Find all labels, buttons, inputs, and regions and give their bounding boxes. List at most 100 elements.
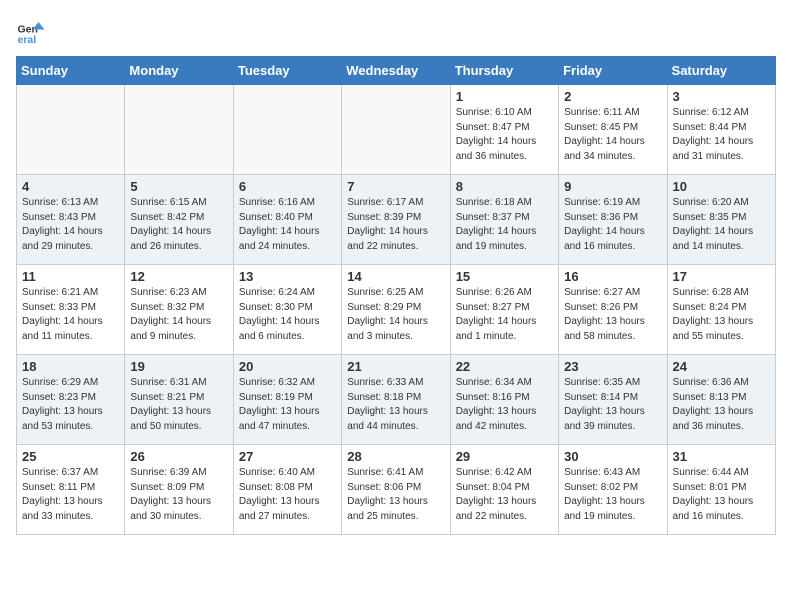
calendar-cell: 2Sunrise: 6:11 AMSunset: 8:45 PMDaylight… <box>559 85 667 175</box>
day-info: Sunrise: 6:35 AMSunset: 8:14 PMDaylight:… <box>564 376 661 434</box>
day-info: Sunrise: 6:15 AMSunset: 8:42 PMDaylight:… <box>130 196 227 254</box>
day-number: 17 <box>673 269 770 284</box>
calendar-cell <box>233 85 341 175</box>
calendar-cell: 31 Sunrise: 6:44 AMSunset: 8:01 PMDayligh… <box>667 445 775 535</box>
day-info: Sunrise: 6:36 AMSunset: 8:13 PMDaylight:… <box>673 376 770 434</box>
day-number: 31 <box>673 449 770 464</box>
day-number: 25 <box>22 449 119 464</box>
calendar-cell: 23Sunrise: 6:35 AMSunset: 8:14 PMDayligh… <box>559 355 667 445</box>
day-number: 12 <box>130 269 227 284</box>
day-info: Sunrise: 6:17 AMSunset: 8:39 PMDaylight:… <box>347 196 444 254</box>
day-info: Sunrise: 6:43 AMSunset: 8:02 PMDaylight:… <box>564 466 661 524</box>
day-number: 6 <box>239 179 336 194</box>
day-info: Sunrise: 6:16 AMSunset: 8:40 PMDaylight:… <box>239 196 336 254</box>
calendar-cell <box>17 85 125 175</box>
day-number: 16 <box>564 269 661 284</box>
calendar-cell: 13 Sunrise: 6:24 AMSunset: 8:30 PMDayligh… <box>233 265 341 355</box>
day-info: Sunrise: 6:10 AMSunset: 8:47 PMDaylight:… <box>456 106 553 164</box>
day-number: 22 <box>456 359 553 374</box>
day-info: Sunrise: 6:37 AMSunset: 8:11 PMDaylight:… <box>22 466 119 524</box>
calendar-week-row: 4 Sunrise: 6:13 AMSunset: 8:43 PMDaylight… <box>17 175 776 265</box>
day-number: 11 <box>22 269 119 284</box>
calendar-cell: 10 Sunrise: 6:20 AMSunset: 8:35 PMDayligh… <box>667 175 775 265</box>
calendar-cell: 9 Sunrise: 6:19 AMSunset: 8:36 PMDaylight… <box>559 175 667 265</box>
day-info: Sunrise: 6:19 AMSunset: 8:36 PMDaylight:… <box>564 196 661 254</box>
day-info: Sunrise: 6:33 AMSunset: 8:18 PMDaylight:… <box>347 376 444 434</box>
calendar-cell: 19Sunrise: 6:31 AMSunset: 8:21 PMDayligh… <box>125 355 233 445</box>
calendar-cell: 22 Sunrise: 6:34 AMSunset: 8:16 PMDayligh… <box>450 355 558 445</box>
day-info: Sunrise: 6:13 AMSunset: 8:43 PMDaylight:… <box>22 196 119 254</box>
calendar-cell: 8 Sunrise: 6:18 AMSunset: 8:37 PMDaylight… <box>450 175 558 265</box>
calendar-cell: 14 Sunrise: 6:25 AMSunset: 8:29 PMDayligh… <box>342 265 450 355</box>
calendar-cell: 24Sunrise: 6:36 AMSunset: 8:13 PMDayligh… <box>667 355 775 445</box>
svg-text:eral: eral <box>18 34 37 46</box>
day-info: Sunrise: 6:12 AMSunset: 8:44 PMDaylight:… <box>673 106 770 164</box>
day-number: 13 <box>239 269 336 284</box>
calendar-cell: 18 Sunrise: 6:29 AMSunset: 8:23 PMDayligh… <box>17 355 125 445</box>
calendar-cell: 12 Sunrise: 6:23 AMSunset: 8:32 PMDayligh… <box>125 265 233 355</box>
logo: Gen eral <box>16 16 50 46</box>
day-info: Sunrise: 6:32 AMSunset: 8:19 PMDaylight:… <box>239 376 336 434</box>
day-number: 30 <box>564 449 661 464</box>
calendar-cell: 21 Sunrise: 6:33 AMSunset: 8:18 PMDayligh… <box>342 355 450 445</box>
day-info: Sunrise: 6:34 AMSunset: 8:16 PMDaylight:… <box>456 376 553 434</box>
column-header-tuesday: Tuesday <box>233 57 341 85</box>
day-info: Sunrise: 6:40 AMSunset: 8:08 PMDaylight:… <box>239 466 336 524</box>
day-number: 21 <box>347 359 444 374</box>
day-info: Sunrise: 6:20 AMSunset: 8:35 PMDaylight:… <box>673 196 770 254</box>
day-number: 26 <box>130 449 227 464</box>
calendar-cell <box>125 85 233 175</box>
day-info: Sunrise: 6:29 AMSunset: 8:23 PMDaylight:… <box>22 376 119 434</box>
calendar-week-row: 11 Sunrise: 6:21 AMSunset: 8:33 PMDayligh… <box>17 265 776 355</box>
header: Gen eral <box>16 16 776 46</box>
day-info: Sunrise: 6:21 AMSunset: 8:33 PMDaylight:… <box>22 286 119 344</box>
day-info: Sunrise: 6:42 AMSunset: 8:04 PMDaylight:… <box>456 466 553 524</box>
calendar-cell: 30 Sunrise: 6:43 AMSunset: 8:02 PMDayligh… <box>559 445 667 535</box>
day-info: Sunrise: 6:23 AMSunset: 8:32 PMDaylight:… <box>130 286 227 344</box>
day-info: Sunrise: 6:28 AMSunset: 8:24 PMDaylight:… <box>673 286 770 344</box>
day-info: Sunrise: 6:44 AMSunset: 8:01 PMDaylight:… <box>673 466 770 524</box>
calendar-cell: 20 Sunrise: 6:32 AMSunset: 8:19 PMDayligh… <box>233 355 341 445</box>
calendar-cell <box>342 85 450 175</box>
calendar-cell: 27 Sunrise: 6:40 AMSunset: 8:08 PMDayligh… <box>233 445 341 535</box>
calendar-cell: 15 Sunrise: 6:26 AMSunset: 8:27 PMDayligh… <box>450 265 558 355</box>
day-number: 9 <box>564 179 661 194</box>
calendar-cell: 26 Sunrise: 6:39 AMSunset: 8:09 PMDayligh… <box>125 445 233 535</box>
day-info: Sunrise: 6:39 AMSunset: 8:09 PMDaylight:… <box>130 466 227 524</box>
day-info: Sunrise: 6:25 AMSunset: 8:29 PMDaylight:… <box>347 286 444 344</box>
day-number: 7 <box>347 179 444 194</box>
calendar-week-row: 25 Sunrise: 6:37 AMSunset: 8:11 PMDayligh… <box>17 445 776 535</box>
day-number: 27 <box>239 449 336 464</box>
day-info: Sunrise: 6:31 AMSunset: 8:21 PMDaylight:… <box>130 376 227 434</box>
day-number: 4 <box>22 179 119 194</box>
column-header-saturday: Saturday <box>667 57 775 85</box>
column-header-wednesday: Wednesday <box>342 57 450 85</box>
column-header-sunday: Sunday <box>17 57 125 85</box>
day-number: 8 <box>456 179 553 194</box>
day-number: 20 <box>239 359 336 374</box>
day-number: 28 <box>347 449 444 464</box>
day-number: 3 <box>673 89 770 104</box>
calendar-cell: 7 Sunrise: 6:17 AMSunset: 8:39 PMDaylight… <box>342 175 450 265</box>
day-number: 15 <box>456 269 553 284</box>
day-number: 18 <box>22 359 119 374</box>
calendar-cell: 4 Sunrise: 6:13 AMSunset: 8:43 PMDaylight… <box>17 175 125 265</box>
logo-icon: Gen eral <box>16 16 46 46</box>
day-info: Sunrise: 6:18 AMSunset: 8:37 PMDaylight:… <box>456 196 553 254</box>
calendar-cell: 3 Sunrise: 6:12 AMSunset: 8:44 PMDaylight… <box>667 85 775 175</box>
calendar-header-row: SundayMondayTuesdayWednesdayThursdayFrid… <box>17 57 776 85</box>
day-number: 1 <box>456 89 553 104</box>
day-number: 10 <box>673 179 770 194</box>
day-info: Sunrise: 6:11 AMSunset: 8:45 PMDaylight:… <box>564 106 661 164</box>
day-number: 14 <box>347 269 444 284</box>
calendar-cell: 1 Sunrise: 6:10 AMSunset: 8:47 PMDaylight… <box>450 85 558 175</box>
calendar-week-row: 1 Sunrise: 6:10 AMSunset: 8:47 PMDaylight… <box>17 85 776 175</box>
calendar-cell: 6 Sunrise: 6:16 AMSunset: 8:40 PMDaylight… <box>233 175 341 265</box>
day-info: Sunrise: 6:26 AMSunset: 8:27 PMDaylight:… <box>456 286 553 344</box>
column-header-thursday: Thursday <box>450 57 558 85</box>
column-header-monday: Monday <box>125 57 233 85</box>
day-info: Sunrise: 6:41 AMSunset: 8:06 PMDaylight:… <box>347 466 444 524</box>
day-info: Sunrise: 6:24 AMSunset: 8:30 PMDaylight:… <box>239 286 336 344</box>
calendar-cell: 11 Sunrise: 6:21 AMSunset: 8:33 PMDayligh… <box>17 265 125 355</box>
calendar-week-row: 18 Sunrise: 6:29 AMSunset: 8:23 PMDayligh… <box>17 355 776 445</box>
